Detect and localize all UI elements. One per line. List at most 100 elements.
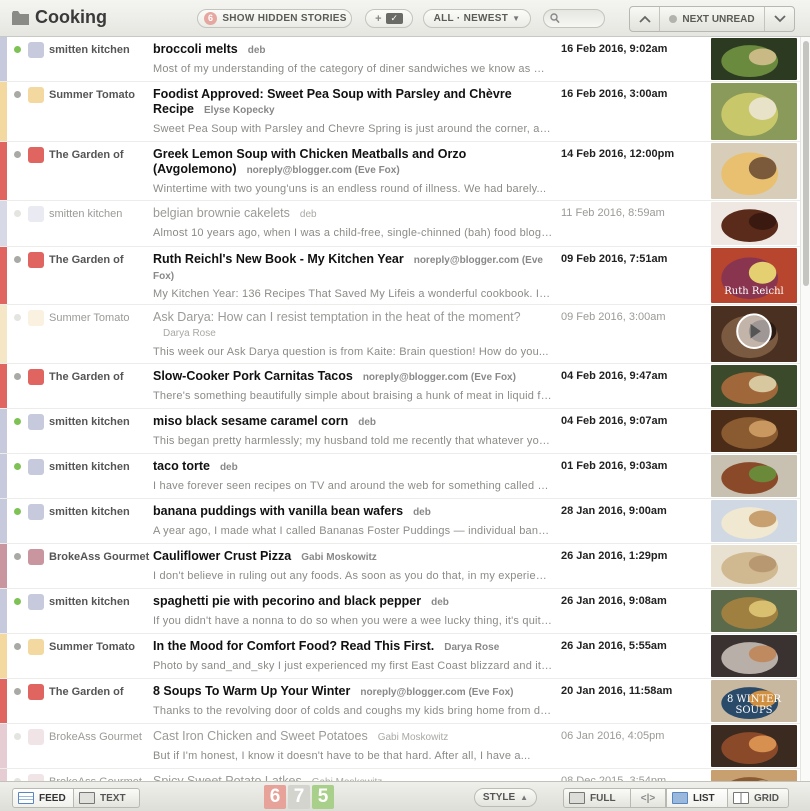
unread-status-icon[interactable] [14, 508, 21, 515]
story-row[interactable]: Summer Tomato Ask Darya: How can I resist… [0, 305, 800, 364]
story-title[interactable]: spaghetti pie with pecorino and black pe… [153, 594, 553, 610]
story-thumbnail[interactable]: Ruth Reichl [711, 248, 797, 303]
story-row[interactable]: BrokeAss Gourmet Cast Iron Chicken and Sw… [0, 724, 800, 769]
story-row[interactable]: BrokeAss Gourmet Cauliflower Crust Pizza G… [0, 544, 800, 589]
unread-status-icon[interactable] [14, 46, 21, 53]
story-title[interactable]: 8 Soups To Warm Up Your Winter noreply@bl… [153, 684, 553, 700]
story-thumbnail[interactable] [711, 202, 797, 245]
unread-status-icon[interactable] [14, 418, 21, 425]
story-row[interactable]: Summer Tomato In the Mood for Comfort Foo… [0, 634, 800, 679]
story-title[interactable]: taco torte deb [153, 459, 553, 475]
story-thumbnail[interactable] [711, 500, 797, 542]
story-thumbnail[interactable] [711, 590, 797, 632]
story-thumbnail[interactable] [711, 725, 797, 767]
story-row[interactable]: The Garden of 8 Soups To Warm Up Your Win… [0, 679, 800, 724]
unread-status-icon[interactable] [14, 210, 21, 217]
story-thumbnail[interactable] [711, 306, 797, 362]
story-title[interactable]: miso black sesame caramel corn deb [153, 414, 553, 430]
feed-view-icon [18, 792, 34, 804]
story-thumbnail[interactable] [711, 410, 797, 452]
story-date: 26 Jan 2016, 5:55am [561, 640, 667, 652]
story-thumbnail[interactable] [711, 143, 797, 199]
unread-status-icon[interactable] [14, 643, 21, 650]
unread-status-icon[interactable] [14, 91, 21, 98]
story-feed-name: smitten kitchen [49, 506, 130, 518]
story-thumbnail[interactable] [711, 770, 797, 781]
feed-favicon-icon [28, 504, 44, 520]
story-row[interactable]: Summer Tomato Foodist Approved: Sweet Pea… [0, 82, 800, 142]
list-layout-button[interactable]: LIST [666, 788, 728, 808]
story-row[interactable]: BrokeAss GourmetSpicy Sweet Potato Latke… [0, 769, 800, 781]
unread-status-icon[interactable] [14, 314, 21, 321]
unread-status-icon[interactable] [14, 256, 21, 263]
unread-status-icon[interactable] [14, 598, 21, 605]
story-thumbnail[interactable] [711, 38, 797, 80]
story-title-text: Slow-Cooker Pork Carnitas Tacos [153, 369, 353, 383]
story-snippet: I have forever seen recipes on TV and ar… [153, 480, 553, 492]
story-title[interactable]: Spicy Sweet Potato LatkesGabi Moskowitz [153, 774, 553, 781]
order-filter-dropdown[interactable]: ALL · NEWEST ▼ [423, 9, 531, 28]
unread-status-icon[interactable] [14, 373, 21, 380]
feed-color-bar [0, 82, 7, 141]
story-row[interactable]: smitten kitchen broccoli melts deb 16 Feb 2… [0, 37, 800, 82]
story-row[interactable]: The Garden of Slow-Cooker Pork Carnitas T… [0, 364, 800, 409]
story-row[interactable]: The Garden of Ruth Reichl's New Book - My… [0, 247, 800, 305]
story-row[interactable]: The Garden of Greek Lemon Soup with Chick… [0, 142, 800, 201]
full-layout-button[interactable]: FULL [563, 788, 631, 808]
feed-favicon-icon [28, 310, 44, 326]
unread-status-icon[interactable] [14, 151, 21, 158]
story-thumbnail[interactable] [711, 365, 797, 407]
story-list-scrollbar[interactable] [800, 37, 810, 781]
feed-color-bar [0, 247, 7, 304]
previous-story-button[interactable] [630, 7, 660, 31]
story-row[interactable]: smitten kitchen belgian brownie cakelets d… [0, 201, 800, 247]
full-layout-label: FULL [590, 792, 616, 804]
search-input[interactable] [562, 12, 602, 26]
story-title[interactable]: belgian brownie cakelets deb [153, 206, 553, 222]
feed-favicon-icon [28, 639, 44, 655]
split-layout-button[interactable]: <|> [630, 788, 666, 808]
story-title[interactable]: Greek Lemon Soup with Chicken Meatballs … [153, 147, 553, 178]
story-row[interactable]: smitten kitchen miso black sesame caramel… [0, 409, 800, 454]
grid-layout-icon [733, 792, 749, 804]
mark-all-read-button[interactable]: + ✓ [365, 9, 413, 28]
story-date: 16 Feb 2016, 9:02am [561, 43, 668, 55]
story-row[interactable]: smitten kitchen taco torte deb 01 Feb 2016,… [0, 454, 800, 499]
story-thumbnail[interactable] [711, 83, 797, 140]
story-date: 28 Jan 2016, 9:00am [561, 505, 667, 517]
unread-status-icon[interactable] [14, 688, 21, 695]
story-title[interactable]: Cast Iron Chicken and Sweet Potatoes Gabi… [153, 729, 553, 745]
style-button[interactable]: STYLE ▲ [474, 788, 537, 807]
story-row[interactable]: smitten kitchen spaghetti pie with pecori… [0, 589, 800, 634]
next-unread-button[interactable]: NEXT UNREAD [660, 7, 764, 31]
story-thumbnail[interactable] [711, 545, 797, 587]
feed-favicon-icon [28, 774, 44, 781]
story-title[interactable]: Cauliflower Crust Pizza Gabi Moskowitz [153, 549, 553, 565]
story-title[interactable]: Ask Darya: How can I resist temptation i… [153, 310, 553, 341]
scrollbar-thumb[interactable] [803, 41, 809, 286]
show-hidden-stories-button[interactable]: 6 SHOW HIDDEN STORIES [197, 9, 352, 28]
search-box[interactable] [543, 9, 605, 28]
unread-status-icon[interactable] [14, 463, 21, 470]
story-title[interactable]: Ruth Reichl's New Book - My Kitchen Year… [153, 252, 553, 284]
story-author: Darya Rose [444, 642, 500, 653]
feed-view-button[interactable]: FEED [12, 788, 74, 808]
story-date: 14 Feb 2016, 12:00pm [561, 148, 675, 160]
story-thumbnail[interactable]: 8 WINTER SOUPS [711, 680, 797, 722]
story-title[interactable]: broccoli melts deb [153, 42, 553, 58]
story-title[interactable]: In the Mood for Comfort Food? Read This … [153, 639, 553, 655]
story-snippet: But if I'm honest, I know it doesn't hav… [153, 750, 531, 762]
text-view-button[interactable]: TEXT [74, 788, 140, 808]
unread-status-icon[interactable] [14, 733, 21, 740]
story-title[interactable]: banana puddings with vanilla bean wafers… [153, 504, 553, 520]
story-thumbnail[interactable] [711, 455, 797, 497]
next-story-button[interactable] [764, 7, 794, 31]
story-title[interactable]: Slow-Cooker Pork Carnitas Tacos noreply@b… [153, 369, 553, 385]
unread-status-icon[interactable] [14, 553, 21, 560]
feed-color-bar [0, 364, 7, 408]
story-row[interactable]: smitten kitchen banana puddings with vani… [0, 499, 800, 544]
story-thumbnail[interactable] [711, 635, 797, 677]
story-title-text: belgian brownie cakelets [153, 206, 290, 220]
grid-layout-button[interactable]: GRID [727, 788, 789, 808]
story-title[interactable]: Foodist Approved: Sweet Pea Soup with Pa… [153, 87, 553, 118]
